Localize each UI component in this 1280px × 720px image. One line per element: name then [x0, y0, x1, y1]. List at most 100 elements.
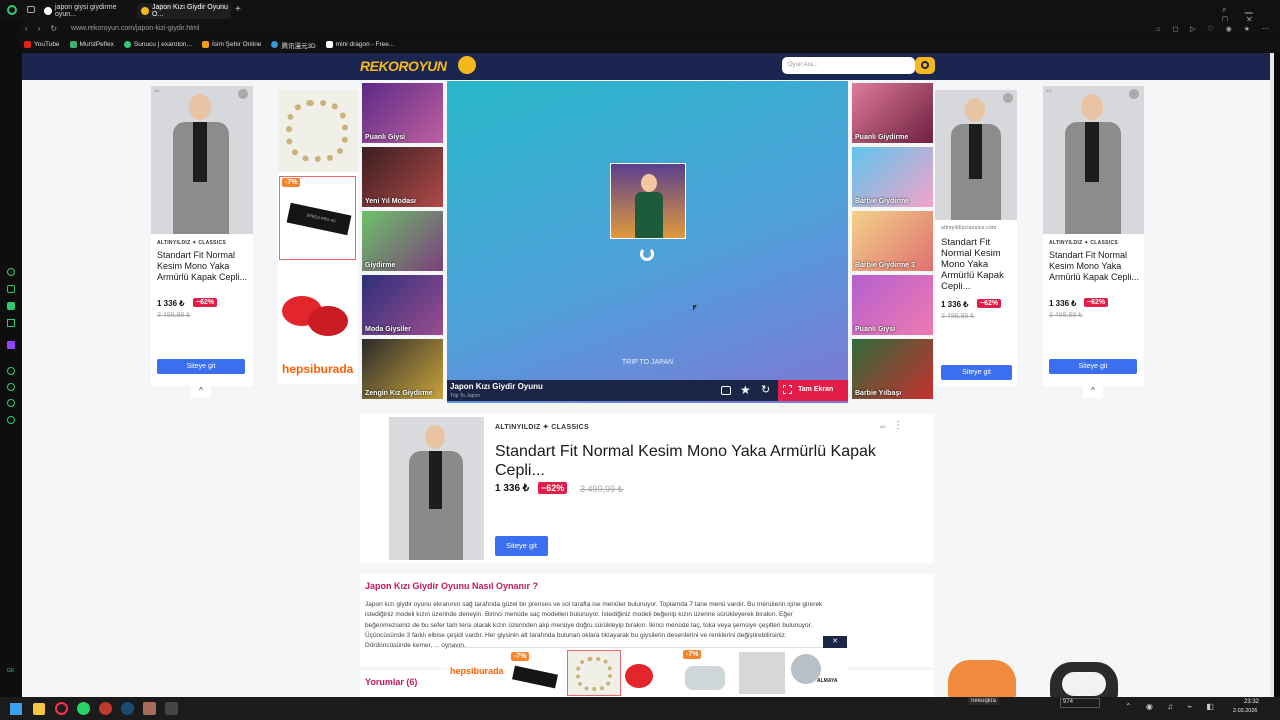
sidebar-icon[interactable] [7, 285, 15, 293]
bookmark-isim-sehir[interactable]: İsim Şehir Online [201, 41, 261, 48]
ad-price: 1 336 ₺ [941, 300, 969, 309]
faq-line: istediğiniz modeli kızın üzerinde deneyi… [365, 611, 793, 619]
opera-icon[interactable] [55, 702, 68, 715]
ad-collapse-toggle[interactable]: ^ [1083, 386, 1103, 398]
tab-overview-icon[interactable] [27, 6, 35, 13]
refresh-icon[interactable]: ↻ [761, 383, 770, 396]
app-icon[interactable] [143, 702, 156, 715]
app-icon[interactable] [165, 702, 178, 715]
sticky-ad-item-suction[interactable] [625, 656, 675, 694]
sticky-ad-item-ssd[interactable]: -7% [507, 652, 563, 694]
game-thumb-moda-giysiler[interactable]: Moda Giysiler [362, 275, 443, 335]
bookmark-murstpeflex[interactable]: MurstPeflex [69, 41, 114, 48]
ad-collapse-toggle[interactable]: ^ [191, 386, 211, 398]
clock-time[interactable]: 23:32 [1244, 699, 1259, 705]
game-thumb-puanli-giysi[interactable]: Puanlı Giysi [362, 83, 443, 143]
sidebar-icon[interactable] [7, 268, 15, 276]
ad-options-icon[interactable] [1129, 89, 1139, 99]
sidebar-icon[interactable] [7, 399, 15, 407]
faq-line: Japon kızı giydir oyunu ekranının sağ ta… [365, 601, 823, 608]
file-explorer-icon[interactable] [33, 703, 45, 715]
game-loading-card [610, 163, 686, 239]
search-input[interactable]: Oyun Ara... [782, 57, 915, 74]
bookmark-mini-dragon[interactable]: mini dragon - Free... [325, 41, 394, 48]
reload-icon[interactable]: ↻ [50, 24, 57, 33]
ad-price: 1 336 ₺ [495, 483, 530, 494]
ad-cta-button[interactable]: Siteye git [495, 536, 548, 556]
steam-icon[interactable] [121, 702, 134, 715]
sticky-ad-item-rack[interactable] [739, 652, 785, 694]
ad-card-right-1[interactable]: altinyildizclassics.com Standart Fit Nor… [935, 90, 1017, 386]
url-text[interactable]: www.rekoroyun.com/japon-kizi-giydir.html [71, 25, 199, 32]
ad-product-image [278, 90, 358, 172]
bookmark-3d[interactable]: 腾讯漫元3D [271, 40, 316, 50]
game-thumb-barbie-giydirme[interactable]: Barbie Giydirme [852, 147, 933, 207]
twitch-icon[interactable] [7, 341, 15, 349]
sidebar-icon[interactable] [7, 319, 15, 327]
sticky-ad-item-machine[interactable]: -7% [679, 650, 731, 696]
ad-mark-label: AD [154, 88, 160, 93]
address-bar[interactable]: ‹ › ↻ www.rekoroyun.com/japon-kizi-giydi… [22, 21, 1280, 36]
game-thumb-yeni-yil-modasi[interactable]: Yeni Yıl Modası [362, 147, 443, 207]
game-thumb-puanli-giydirme[interactable]: Puanlı Giydirme [852, 83, 933, 143]
star-icon[interactable]: ★ [740, 383, 751, 397]
search-button[interactable] [915, 57, 935, 74]
character-body [635, 192, 663, 238]
fullscreen-button[interactable]: Tam Ekran [778, 380, 848, 401]
sidebar-icon[interactable] [7, 302, 15, 310]
ad-product-title[interactable]: Standart Fit Normal Kesim Mono Yaka Armü… [157, 250, 249, 294]
character-head [641, 174, 657, 192]
sidebar-icon[interactable] [7, 383, 15, 391]
browser-tab-bar: japon giysi giydirme oyun... Japon Kızı … [0, 0, 1280, 24]
browser-logo-icon[interactable] [7, 5, 17, 15]
comment-icon[interactable] [721, 386, 731, 395]
ad-banner-center[interactable]: ALTINYILDIZ ✦ CLASSICS AD ⋮ Standart Fit… [360, 414, 934, 563]
taskbar-field[interactable]: 974 [1060, 698, 1100, 708]
model-head [425, 425, 445, 449]
overlay-cat-orange [948, 660, 1016, 700]
ad-mark-label: AD [1046, 88, 1052, 93]
game-thumb-puanli-giysi-2[interactable]: Puanlı Giysi [852, 275, 933, 335]
ad-product-title[interactable]: Standart Fit Normal Kesim Mono Yaka Armü… [1049, 250, 1141, 294]
logo-mascot-icon [458, 56, 476, 74]
new-tab-button[interactable]: + [235, 4, 241, 15]
ad-options-icon[interactable]: ⋮ [893, 420, 903, 431]
tab-japon-giysi[interactable]: japon giysi giydirme oyun... [40, 3, 134, 19]
game-thumb-giydirme[interactable]: Giydirme [362, 211, 443, 271]
ad-product-ssd[interactable]: -7% SPEED PRO 4G [279, 176, 356, 260]
back-icon[interactable]: ‹ [25, 24, 28, 33]
sticky-ad-item-chain[interactable] [567, 650, 621, 696]
app-icon[interactable] [99, 702, 112, 715]
game-thumb-barbie-giydirme-3[interactable]: Barbie Giydirme 3 [852, 211, 933, 271]
ad-options-icon[interactable] [1003, 93, 1013, 103]
game-thumb-zengin-kiz-giydirme[interactable]: Zengin Kız Giydirme [362, 339, 443, 399]
page-scrollbar[interactable] [1270, 53, 1274, 697]
whatsapp-icon[interactable] [77, 702, 90, 715]
ad-product-title[interactable]: Standart Fit Normal Kesim Mono Yaka Armü… [941, 237, 1015, 293]
windows-start-icon[interactable] [10, 703, 22, 715]
ad-product-title[interactable]: Standart Fit Normal Kesim Mono Yaka Armü… [495, 442, 915, 480]
ad-cta-button[interactable]: Siteye git [941, 365, 1012, 380]
game-thumb-barbie-yilbasi[interactable]: Barbie Yılbaşı [852, 339, 933, 399]
site-logo[interactable]: REKOROYUN [360, 58, 447, 74]
sidebar-icon[interactable] [7, 416, 15, 424]
ad-options-icon[interactable] [238, 89, 248, 99]
ad-card-left[interactable]: AD ALTINYILDIZ ✦ CLASSICS Standart Fit N… [151, 86, 253, 386]
ad-cta-button[interactable]: Siteye git [157, 359, 245, 374]
sticky-ad-bar[interactable]: hepsiburada -7% -7% ALMAYA ✕ [447, 636, 848, 697]
game-canvas[interactable]: TRIP TO JAPAN [447, 81, 848, 403]
ad-card-hepsiburada[interactable]: -7% SPEED PRO 4G hepsiburada [278, 90, 358, 384]
tab-japon-kizi[interactable]: Japon Kızı Giydir Oyunu O... [137, 3, 231, 19]
ad-card-right-2[interactable]: AD ALTINYILDIZ ✦ CLASSICS Standart Fit N… [1043, 86, 1144, 386]
sidebar-icon[interactable] [7, 367, 15, 375]
clock-date[interactable]: 2.03.2026 [1233, 708, 1257, 714]
bookmark-youtube[interactable]: YouTube [24, 41, 60, 48]
bookmark-exaroton[interactable]: Sunucu | exaroton... [123, 41, 192, 48]
forward-icon[interactable]: › [38, 24, 41, 33]
ad-cta-button[interactable]: Siteye git [1049, 359, 1137, 374]
model-head [965, 98, 985, 122]
bookmark-icon [325, 41, 333, 48]
fullscreen-icon [783, 385, 792, 394]
sticky-ad-close-icon[interactable]: ✕ [823, 636, 847, 648]
ad-old-price: 3 499,99 ₺ [580, 484, 624, 494]
